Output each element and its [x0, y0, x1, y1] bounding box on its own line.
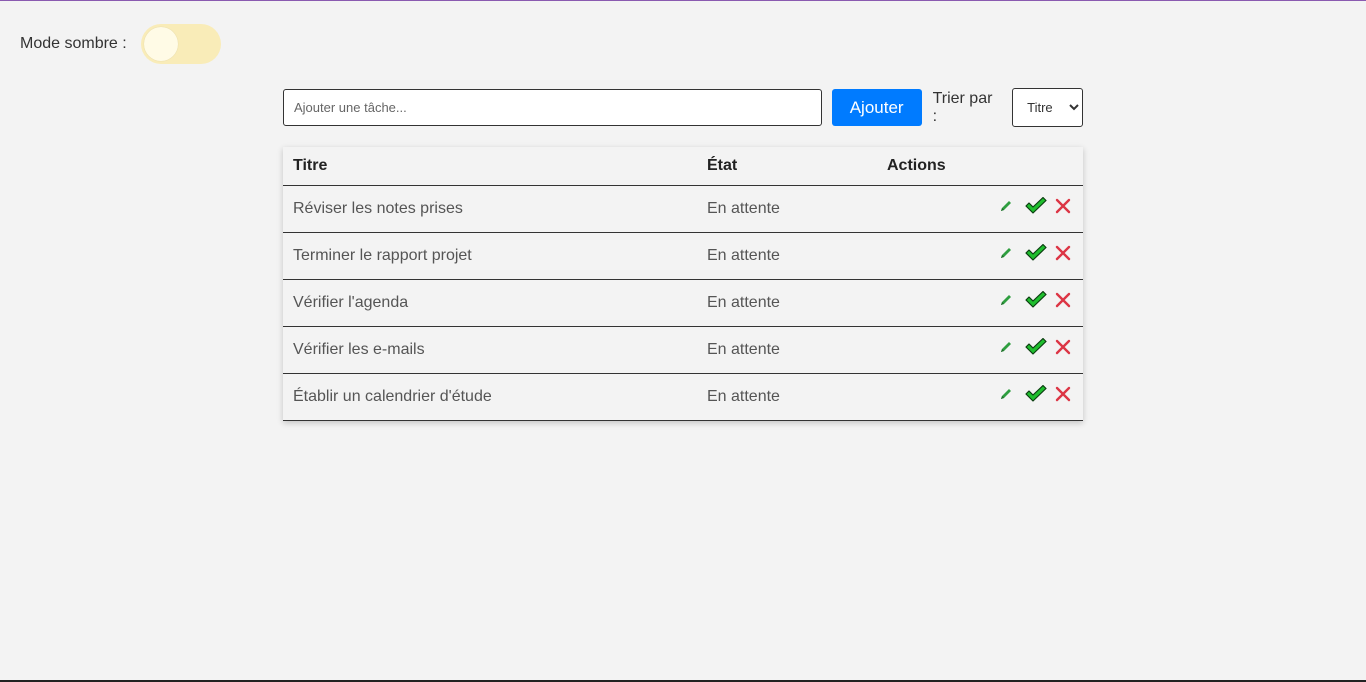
- pencil-icon[interactable]: [999, 246, 1013, 265]
- header-actions: Actions: [877, 147, 1083, 186]
- close-icon[interactable]: [1055, 245, 1071, 266]
- pencil-icon[interactable]: [999, 293, 1013, 312]
- task-state: En attente: [697, 279, 877, 327]
- pencil-icon[interactable]: [999, 340, 1013, 359]
- table-row: Vérifier l'agenda En attente: [283, 279, 1083, 327]
- task-title: Vérifier les e-mails: [283, 326, 697, 374]
- task-title: Vérifier l'agenda: [283, 279, 697, 327]
- task-state: En attente: [697, 326, 877, 374]
- checkmark-icon[interactable]: [1025, 196, 1047, 220]
- sort-select[interactable]: Titre: [1012, 88, 1083, 127]
- add-task-button[interactable]: Ajouter: [831, 89, 922, 126]
- dark-mode-toggle[interactable]: [140, 24, 221, 64]
- close-icon[interactable]: [1055, 386, 1071, 407]
- task-state: En attente: [697, 373, 877, 421]
- close-icon[interactable]: [1055, 292, 1071, 313]
- task-list: Réviser les notes prises En attente Termin…: [283, 185, 1083, 421]
- dark-mode-label: Mode sombre :: [20, 35, 127, 52]
- header-state: État: [697, 147, 877, 186]
- task-actions: [877, 373, 1083, 421]
- task-state: En attente: [697, 185, 877, 233]
- task-actions: [877, 232, 1083, 280]
- close-icon[interactable]: [1055, 339, 1071, 360]
- checkmark-icon[interactable]: [1025, 337, 1047, 361]
- task-title: Terminer le rapport projet: [283, 232, 697, 280]
- add-task-input[interactable]: [283, 89, 822, 126]
- pencil-icon[interactable]: [999, 387, 1013, 406]
- checkmark-icon[interactable]: [1025, 290, 1047, 314]
- pencil-icon[interactable]: [999, 199, 1013, 218]
- dark-mode-setting: Mode sombre :: [20, 24, 221, 64]
- task-actions: [877, 326, 1083, 374]
- sort-label: Trier par :: [932, 89, 993, 125]
- table-row: Établir un calendrier d'étude En attente: [283, 373, 1083, 421]
- toggle-knob: [143, 27, 178, 61]
- task-table: Titre État Actions Réviser les notes pri…: [283, 147, 1083, 421]
- checkmark-icon[interactable]: [1025, 384, 1047, 408]
- task-title: Établir un calendrier d'étude: [283, 373, 697, 421]
- table-header-row: Titre État Actions: [283, 147, 1083, 186]
- checkmark-icon[interactable]: [1025, 243, 1047, 267]
- table-row: Réviser les notes prises En attente: [283, 185, 1083, 233]
- header-title: Titre: [283, 147, 697, 186]
- table-row: Vérifier les e-mails En attente: [283, 326, 1083, 374]
- task-actions: [877, 279, 1083, 327]
- table-row: Terminer le rapport projet En attente: [283, 232, 1083, 280]
- task-actions: [877, 185, 1083, 233]
- task-title: Réviser les notes prises: [283, 185, 697, 233]
- task-state: En attente: [697, 232, 877, 280]
- task-controls: Ajouter Trier par : Titre: [283, 88, 1083, 127]
- close-icon[interactable]: [1055, 198, 1071, 219]
